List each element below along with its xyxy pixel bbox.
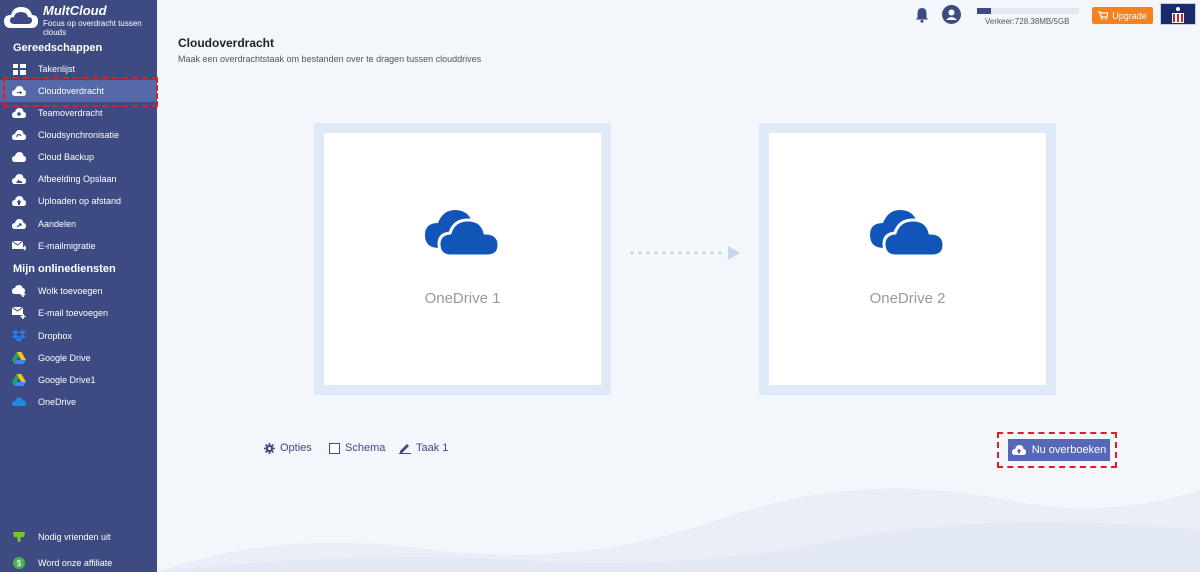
remote-upload-icon — [12, 195, 26, 207]
page-subtitle: Maak een overdrachtstaak om bestanden ov… — [178, 54, 482, 64]
cloud-backup-icon — [12, 151, 26, 163]
image-save-icon — [12, 173, 26, 185]
sidebar-item-label: Cloudsynchronisatie — [38, 130, 120, 140]
sidebar-item-onedrive[interactable]: OneDrive — [0, 391, 157, 413]
sidebar-item-label: Takenlijst — [38, 64, 76, 74]
sidebar-item-label: OneDrive — [38, 397, 77, 407]
invite-icon — [12, 531, 26, 543]
google-drive-icon — [12, 374, 26, 386]
schedule-checkbox[interactable]: Schema — [328, 442, 385, 454]
options-label: Opties — [280, 442, 312, 454]
sidebar-item-label: Cloud Backup — [38, 152, 95, 162]
team-transfer-icon — [12, 107, 26, 119]
sidebar-item-label: Google Drive1 — [38, 375, 96, 385]
sidebar-item-add-email[interactable]: E-mail toevoegen — [0, 302, 157, 324]
dropbox-icon — [12, 330, 26, 342]
background-waves — [157, 488, 1200, 572]
sidebar-item-cloud-backup[interactable]: Cloud Backup — [0, 146, 157, 168]
task-name-label: Taak 1 — [416, 442, 449, 454]
source-drive-box[interactable]: OneDrive 1 — [314, 123, 611, 395]
onedrive-icon — [425, 210, 501, 258]
sidebar-item-remote-upload[interactable]: Uploaden op afstand — [0, 190, 157, 212]
sidebar-item-google-drive1[interactable]: Google Drive1 — [0, 369, 157, 391]
sidebar-item-label: Google Drive — [38, 353, 91, 363]
brand[interactable]: MultCloud Focus op overdracht tussen clo… — [0, 0, 157, 38]
sidebar-item-label: Nodig vrienden uit — [38, 532, 111, 542]
sidebar-item-label: Uploaden op afstand — [38, 196, 122, 206]
page-title: Cloudoverdracht — [178, 36, 275, 50]
sidebar-item-label: E-mail toevoegen — [38, 308, 109, 318]
sidebar-item-share[interactable]: Aandelen — [0, 213, 157, 235]
checkbox-icon — [328, 442, 340, 454]
traffic-progress-fill — [977, 8, 992, 14]
sidebar-item-label: Word onze affiliate — [38, 558, 113, 568]
cloud-sync-icon — [12, 129, 26, 141]
share-icon — [12, 218, 26, 230]
multcloud-logo-icon — [4, 7, 38, 28]
transfer-now-label: Nu overboeken — [1031, 444, 1107, 456]
options-button[interactable]: Opties — [263, 442, 312, 454]
sidebar-item-label: E-mailmigratie — [38, 241, 96, 251]
task-name-edit[interactable]: Taak 1 — [399, 442, 448, 454]
sidebar-item-add-cloud[interactable]: Wolk toevoegen — [0, 280, 157, 302]
onedrive-icon — [12, 396, 26, 408]
cloud-upload-icon — [1011, 444, 1026, 455]
sidebar-item-label: Teamoverdracht — [38, 108, 103, 118]
transfer-now-button[interactable]: Nu overboeken — [1008, 439, 1110, 461]
pencil-icon — [399, 442, 411, 454]
sidebar-item-invite-friends[interactable]: Nodig vrienden uit — [0, 526, 157, 548]
sidebar-item-image-save[interactable]: Afbeelding Opslaan — [0, 168, 157, 190]
affiliate-icon: $ — [12, 557, 26, 569]
onedrive-icon — [870, 210, 946, 258]
add-cloud-icon — [12, 285, 26, 297]
brand-tagline: Focus op overdracht tussen clouds — [43, 19, 142, 37]
sidebar-item-dropbox[interactable]: Dropbox — [0, 325, 157, 347]
sidebar: MultCloud Focus op overdracht tussen clo… — [0, 0, 158, 572]
schedule-label: Schema — [345, 442, 386, 454]
target-drive-label: OneDrive 2 — [869, 290, 946, 307]
traffic-progress-bar — [977, 8, 1079, 14]
notification-bell-icon[interactable] — [914, 7, 930, 23]
language-flag-icon[interactable] — [1160, 3, 1196, 25]
traffic-text: Verkeer:728.38MB/5GB — [985, 17, 1070, 26]
sidebar-item-label: Aandelen — [38, 219, 77, 229]
user-avatar-icon[interactable] — [942, 5, 961, 24]
upgrade-cart-icon — [1098, 11, 1109, 20]
google-drive-icon — [12, 352, 26, 364]
sidebar-item-team-transfer[interactable]: Teamoverdracht — [0, 102, 157, 124]
tools-section-title: Gereedschappen — [13, 42, 103, 54]
sidebar-item-cloud-transfer[interactable]: Cloudoverdracht — [0, 77, 158, 107]
add-email-icon — [12, 307, 26, 319]
sidebar-item-google-drive[interactable]: Google Drive — [0, 347, 157, 369]
target-drive-card[interactable]: OneDrive 2 — [769, 133, 1046, 385]
sidebar-item-cloud-sync[interactable]: Cloudsynchronisatie — [0, 124, 157, 146]
sidebar-item-email-migration[interactable]: E-mailmigratie — [0, 235, 157, 257]
sidebar-item-affiliate[interactable]: $ Word onze affiliate — [0, 552, 157, 572]
sidebar-item-label: Wolk toevoegen — [38, 286, 103, 296]
brand-name: MultCloud — [43, 3, 107, 18]
transfer-arrow-icon — [630, 246, 740, 260]
source-drive-label: OneDrive 1 — [424, 290, 501, 307]
task-list-icon — [12, 63, 26, 75]
services-section-title: Mijn onlinediensten — [13, 263, 116, 275]
cloud-transfer-icon — [12, 85, 26, 97]
sidebar-item-label: Afbeelding Opslaan — [38, 174, 117, 184]
upgrade-button[interactable]: Upgrade — [1092, 7, 1153, 24]
target-drive-box[interactable]: OneDrive 2 — [759, 123, 1056, 395]
source-drive-card[interactable]: OneDrive 1 — [324, 133, 601, 385]
email-migration-icon — [12, 240, 26, 252]
gear-icon — [263, 442, 275, 454]
sidebar-item-label: Dropbox — [38, 331, 73, 341]
sidebar-item-label: Cloudoverdracht — [38, 86, 105, 96]
svg-text:$: $ — [17, 559, 22, 568]
upgrade-label: Upgrade — [1112, 10, 1147, 21]
